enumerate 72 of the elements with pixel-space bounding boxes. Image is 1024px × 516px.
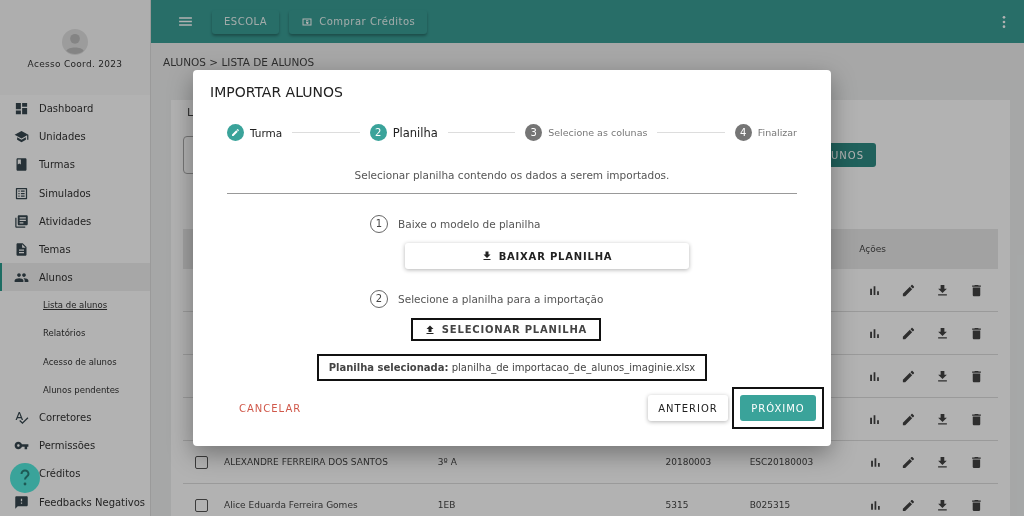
table-cell-text: ESC20180003 — [749, 457, 815, 467]
breadcrumb: ALUNOS > LISTA DE ALUNOS — [163, 55, 315, 68]
user-name: Acesso Coord. 2023 — [27, 59, 123, 70]
trash-icon[interactable] — [969, 282, 984, 298]
sidebar-subitem[interactable]: Alunos pendentes — [0, 375, 150, 404]
step-number: 3 — [525, 124, 543, 141]
sidebar-item[interactable]: Permissões — [0, 431, 150, 460]
trash-icon[interactable] — [969, 368, 984, 384]
table-cell-text: B025315 — [749, 500, 792, 510]
pencil-icon[interactable] — [901, 497, 917, 513]
card-title: L — [187, 106, 195, 119]
file-button[interactable]: BAIXAR PLANILHA — [404, 243, 689, 269]
table-cell-text: 3º A — [437, 457, 458, 467]
book-icon — [14, 157, 29, 173]
instruction-text: Baixe o modelo de planilha — [398, 218, 541, 230]
pencil-icon[interactable] — [901, 325, 916, 341]
sidebar-item[interactable]: Dashboard — [0, 94, 150, 123]
documents-icon — [14, 213, 29, 229]
file-button[interactable]: SELECIONAR PLANILHA — [410, 318, 601, 341]
sidebar-subitem[interactable]: Lista de alunos — [0, 291, 150, 320]
pencil-icon[interactable] — [901, 454, 917, 470]
sidebar-item[interactable]: Corretores — [0, 403, 150, 432]
sidebar-item[interactable]: Simulados — [0, 178, 150, 208]
step-label: Finalizar — [757, 127, 797, 138]
sidebar-item[interactable]: Temas — [0, 235, 150, 264]
step-label: Selecione as colunas — [548, 127, 648, 138]
trash-icon[interactable] — [969, 325, 984, 341]
step-number: 4 — [734, 124, 752, 141]
dialog-title: IMPORTAR ALUNOS — [210, 84, 344, 100]
pencil-icon[interactable] — [901, 282, 916, 298]
trash-icon[interactable] — [969, 497, 984, 513]
checkbox[interactable] — [195, 498, 208, 512]
download-icon[interactable] — [935, 368, 950, 384]
pencil-icon[interactable] — [901, 368, 916, 384]
graduation-cap-icon — [14, 129, 29, 145]
dialog-description: Selecionar planilha contendo os dados a serem importados. — [353, 169, 671, 181]
sidebar-subitem[interactable]: Relatórios — [0, 319, 150, 348]
sidebar-item[interactable]: Alunos — [0, 263, 150, 292]
table-cell-text: 20180003 — [665, 457, 713, 467]
sidebar-item[interactable]: Créditos — [0, 459, 150, 488]
selected-file-text: Planilha selecionada: planilha_de importacao_de_alunos_imaginie.xlsx — [316, 354, 708, 381]
spellcheck-icon — [14, 410, 29, 426]
table-cell-text: 5315 — [665, 500, 690, 510]
checkbox[interactable] — [195, 455, 208, 469]
download-icon[interactable] — [935, 325, 950, 341]
document-icon — [14, 241, 29, 257]
table-cell-text: 1EB — [437, 500, 457, 510]
download-icon[interactable] — [935, 282, 950, 298]
step-number: 2 — [369, 124, 387, 141]
sidebar-item[interactable]: Unidades — [0, 122, 150, 151]
step-label: Planilha — [392, 125, 438, 140]
help-chat-icon[interactable] — [9, 462, 41, 494]
trash-icon[interactable] — [969, 454, 984, 470]
trash-icon[interactable] — [969, 411, 984, 427]
feedback-icon — [14, 494, 29, 510]
list-icon — [14, 185, 29, 201]
table-cell-text: Alice Eduarda Ferreira Gomes — [224, 500, 359, 510]
sidebar-subitem[interactable]: Acesso de alunos — [0, 347, 150, 376]
column-header: Ações — [859, 244, 886, 254]
instruction-text: Selecione a planilha para a importação — [398, 293, 604, 305]
pencil-icon[interactable] — [901, 411, 916, 427]
download-icon[interactable] — [935, 411, 950, 427]
previous-button[interactable]: ANTERIOR — [648, 395, 728, 421]
table-cell-text: ALEXANDRE FERREIRA DOS SANTOS — [224, 457, 389, 467]
sidebar-item[interactable]: Turmas — [0, 150, 150, 179]
pencil-step-icon — [227, 124, 244, 141]
avatar-icon — [62, 29, 88, 56]
sidebar-item[interactable]: Feedbacks Negativos — [0, 488, 150, 516]
step-label: Turma — [250, 126, 283, 139]
cancel-button[interactable]: CANCELAR — [233, 401, 308, 415]
sidebar-item[interactable]: Atividades — [0, 207, 150, 236]
dashboard-icon — [14, 101, 29, 117]
